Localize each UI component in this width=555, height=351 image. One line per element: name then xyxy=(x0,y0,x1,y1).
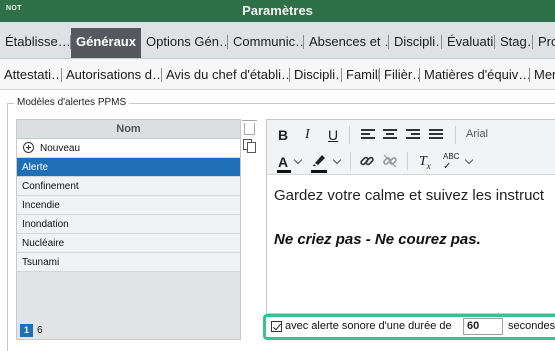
subtab-attestations[interactable]: Attestati… xyxy=(0,66,62,84)
trash-icon[interactable] xyxy=(242,120,257,135)
subtab-familles[interactable]: Famill… xyxy=(342,66,380,84)
align-justify-icon[interactable] xyxy=(429,129,443,140)
text-color-button[interactable]: A xyxy=(278,153,288,171)
duration-unit: secondes xyxy=(508,320,555,332)
list-item[interactable]: Nucléaire xyxy=(17,234,240,253)
column-header-nom[interactable]: Nom xyxy=(17,120,240,139)
sound-alarm-label: avec alerte sonore d'une durée de xyxy=(285,320,452,332)
list-item[interactable]: Alerte xyxy=(17,158,240,177)
editor-toolbar: B I U Arial A Tx ABC ✓ xyxy=(267,120,555,175)
plus-circle-icon xyxy=(23,142,34,153)
section-title: Modèles d'alertes PPMS xyxy=(14,97,130,108)
tab-discipline[interactable]: Discipli… xyxy=(389,28,442,58)
italic-button[interactable]: I xyxy=(305,126,310,144)
item-count: 6 xyxy=(37,325,43,336)
tab-etablissement[interactable]: Établisse… xyxy=(0,28,71,58)
tab-projets[interactable]: Proj xyxy=(533,28,555,58)
align-right-icon[interactable] xyxy=(406,129,420,140)
page-current[interactable]: 1 xyxy=(20,324,33,337)
subtab-menus[interactable]: Men xyxy=(530,66,555,84)
chevron-down-icon[interactable] xyxy=(464,155,474,165)
clear-format-button[interactable]: Tx xyxy=(419,153,431,175)
new-alert-button[interactable]: Nouveau xyxy=(17,139,240,158)
subtab-avis-chef[interactable]: Avis du chef d'établi… xyxy=(162,66,290,84)
duration-input[interactable]: 60 xyxy=(463,318,503,335)
editor-body-line2[interactable]: Ne criez pas - Ne courez pas. xyxy=(274,231,481,248)
highlight-color-swatch xyxy=(311,170,327,173)
subtab-discipline[interactable]: Discipli… xyxy=(290,66,342,84)
tab-options-generales[interactable]: Options Gén… xyxy=(141,28,228,58)
list-item[interactable]: Confinement xyxy=(17,177,240,196)
editor-body-line1[interactable]: Gardez votre calme et suivez les instruc… xyxy=(274,187,544,204)
window-title: Paramètres xyxy=(242,3,313,18)
link-icon[interactable] xyxy=(359,153,375,169)
tab-communication[interactable]: Communic… xyxy=(228,28,304,58)
chevron-down-icon[interactable] xyxy=(293,155,303,165)
unlink-icon[interactable] xyxy=(382,153,398,169)
alert-list: Nom Nouveau Alerte Confinement Incendie … xyxy=(16,119,241,340)
tab-evaluation[interactable]: Évaluati… xyxy=(442,28,495,58)
list-item[interactable]: Inondation xyxy=(17,215,240,234)
sound-alarm-checkbox[interactable] xyxy=(271,321,282,332)
subtab-matieres-equivalence[interactable]: Matières d'équiv… xyxy=(420,66,530,84)
underline-button[interactable]: U xyxy=(328,126,338,144)
list-item[interactable]: Incendie xyxy=(17,196,240,215)
spellcheck-button[interactable]: ABC ✓ xyxy=(443,152,459,172)
font-select[interactable]: Arial xyxy=(466,128,488,140)
align-center-icon[interactable] xyxy=(383,129,397,140)
tab-generaux[interactable]: Généraux xyxy=(71,28,141,58)
list-actions xyxy=(241,119,261,159)
sub-tab-bar: Attestati… Autorisations d… Avis du chef… xyxy=(0,59,555,90)
highlighter-icon[interactable] xyxy=(311,152,329,168)
list-item[interactable]: Tsunami xyxy=(17,253,240,272)
list-footer: 1 6 xyxy=(17,321,240,339)
bold-button[interactable]: B xyxy=(278,126,288,144)
main-tab-bar: Établisse… Généraux Options Gén… Communi… xyxy=(0,22,555,59)
copy-icon[interactable] xyxy=(243,139,257,153)
rich-text-editor: B I U Arial A Tx ABC ✓ Gardez votre calm… xyxy=(266,119,555,314)
text-color-swatch xyxy=(277,170,291,173)
align-left-icon[interactable] xyxy=(361,129,375,140)
chevron-down-icon[interactable] xyxy=(332,155,342,165)
sound-alarm-row: avec alerte sonore d'une durée de 60 sec… xyxy=(263,314,555,340)
tab-stages[interactable]: Stag… xyxy=(495,28,533,58)
tab-absences[interactable]: Absences et … xyxy=(304,28,389,58)
title-bar: NOT Paramètres xyxy=(0,0,555,22)
subtab-filieres[interactable]: Filièr… xyxy=(380,66,420,84)
subtab-autorisations[interactable]: Autorisations d… xyxy=(62,66,162,84)
